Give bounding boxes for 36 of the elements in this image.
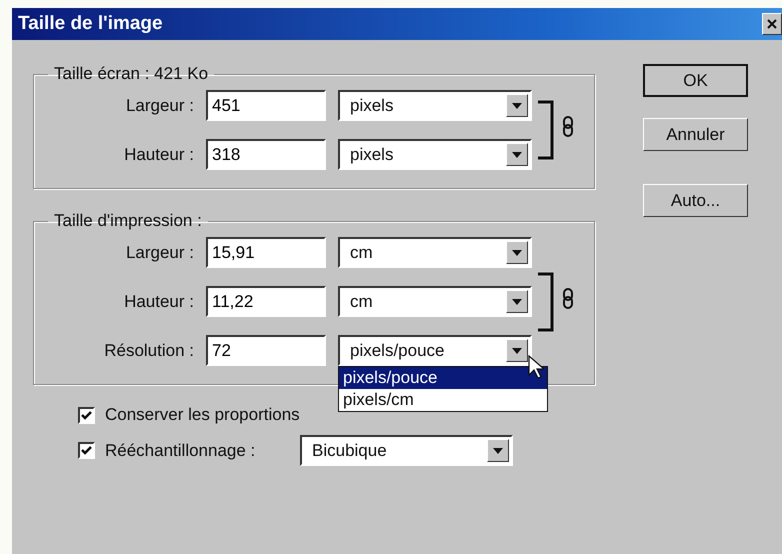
checkmark-icon <box>81 446 92 455</box>
field-label: Largeur : <box>126 96 194 116</box>
caret-down-icon <box>512 152 522 158</box>
resample-dropdown[interactable]: Bicubique <box>300 435 513 466</box>
input-field[interactable]: 72 <box>206 335 326 366</box>
dropdown-option[interactable]: pixels/pouce <box>339 367 547 389</box>
checkmark-icon <box>81 410 92 420</box>
checkbox[interactable] <box>78 442 95 459</box>
caret-down-icon <box>493 448 503 454</box>
caret-down-icon <box>512 298 522 304</box>
unit-dropdown[interactable]: pixels <box>338 90 532 121</box>
close-button[interactable] <box>762 13 782 35</box>
caret-down-icon <box>512 250 522 256</box>
input-field[interactable]: 318 <box>206 139 326 170</box>
unit-dropdown[interactable]: pixels <box>338 139 532 170</box>
group-title: Taille écran : 421 Ko <box>53 64 210 84</box>
window-title: Taille de l'image <box>18 13 163 35</box>
checkbox[interactable] <box>78 406 95 424</box>
input-field[interactable]: 15,91 <box>206 237 326 268</box>
close-icon <box>767 19 777 29</box>
field-label: Hauteur : <box>124 292 194 312</box>
dialog-button[interactable]: Annuler <box>643 118 748 151</box>
group-title: Taille d'impression : <box>53 211 203 231</box>
checkbox-label: Rééchantillonnage : <box>105 440 256 460</box>
checkbox-label: Conserver les proportions <box>105 405 300 425</box>
caret-down-icon <box>512 348 522 354</box>
field-label: Hauteur : <box>124 144 194 164</box>
input-field[interactable]: 11,22 <box>206 286 326 317</box>
dialog-button[interactable]: OK <box>643 64 748 97</box>
unit-dropdown[interactable]: cm <box>338 286 532 317</box>
field-label: Largeur : <box>126 242 194 262</box>
field-label: Résolution : <box>104 340 194 360</box>
unit-dropdown[interactable]: cm <box>338 237 532 268</box>
dialog-button[interactable]: Auto... <box>643 184 748 217</box>
caret-down-icon <box>512 102 522 108</box>
input-field[interactable]: 451 <box>206 90 326 121</box>
